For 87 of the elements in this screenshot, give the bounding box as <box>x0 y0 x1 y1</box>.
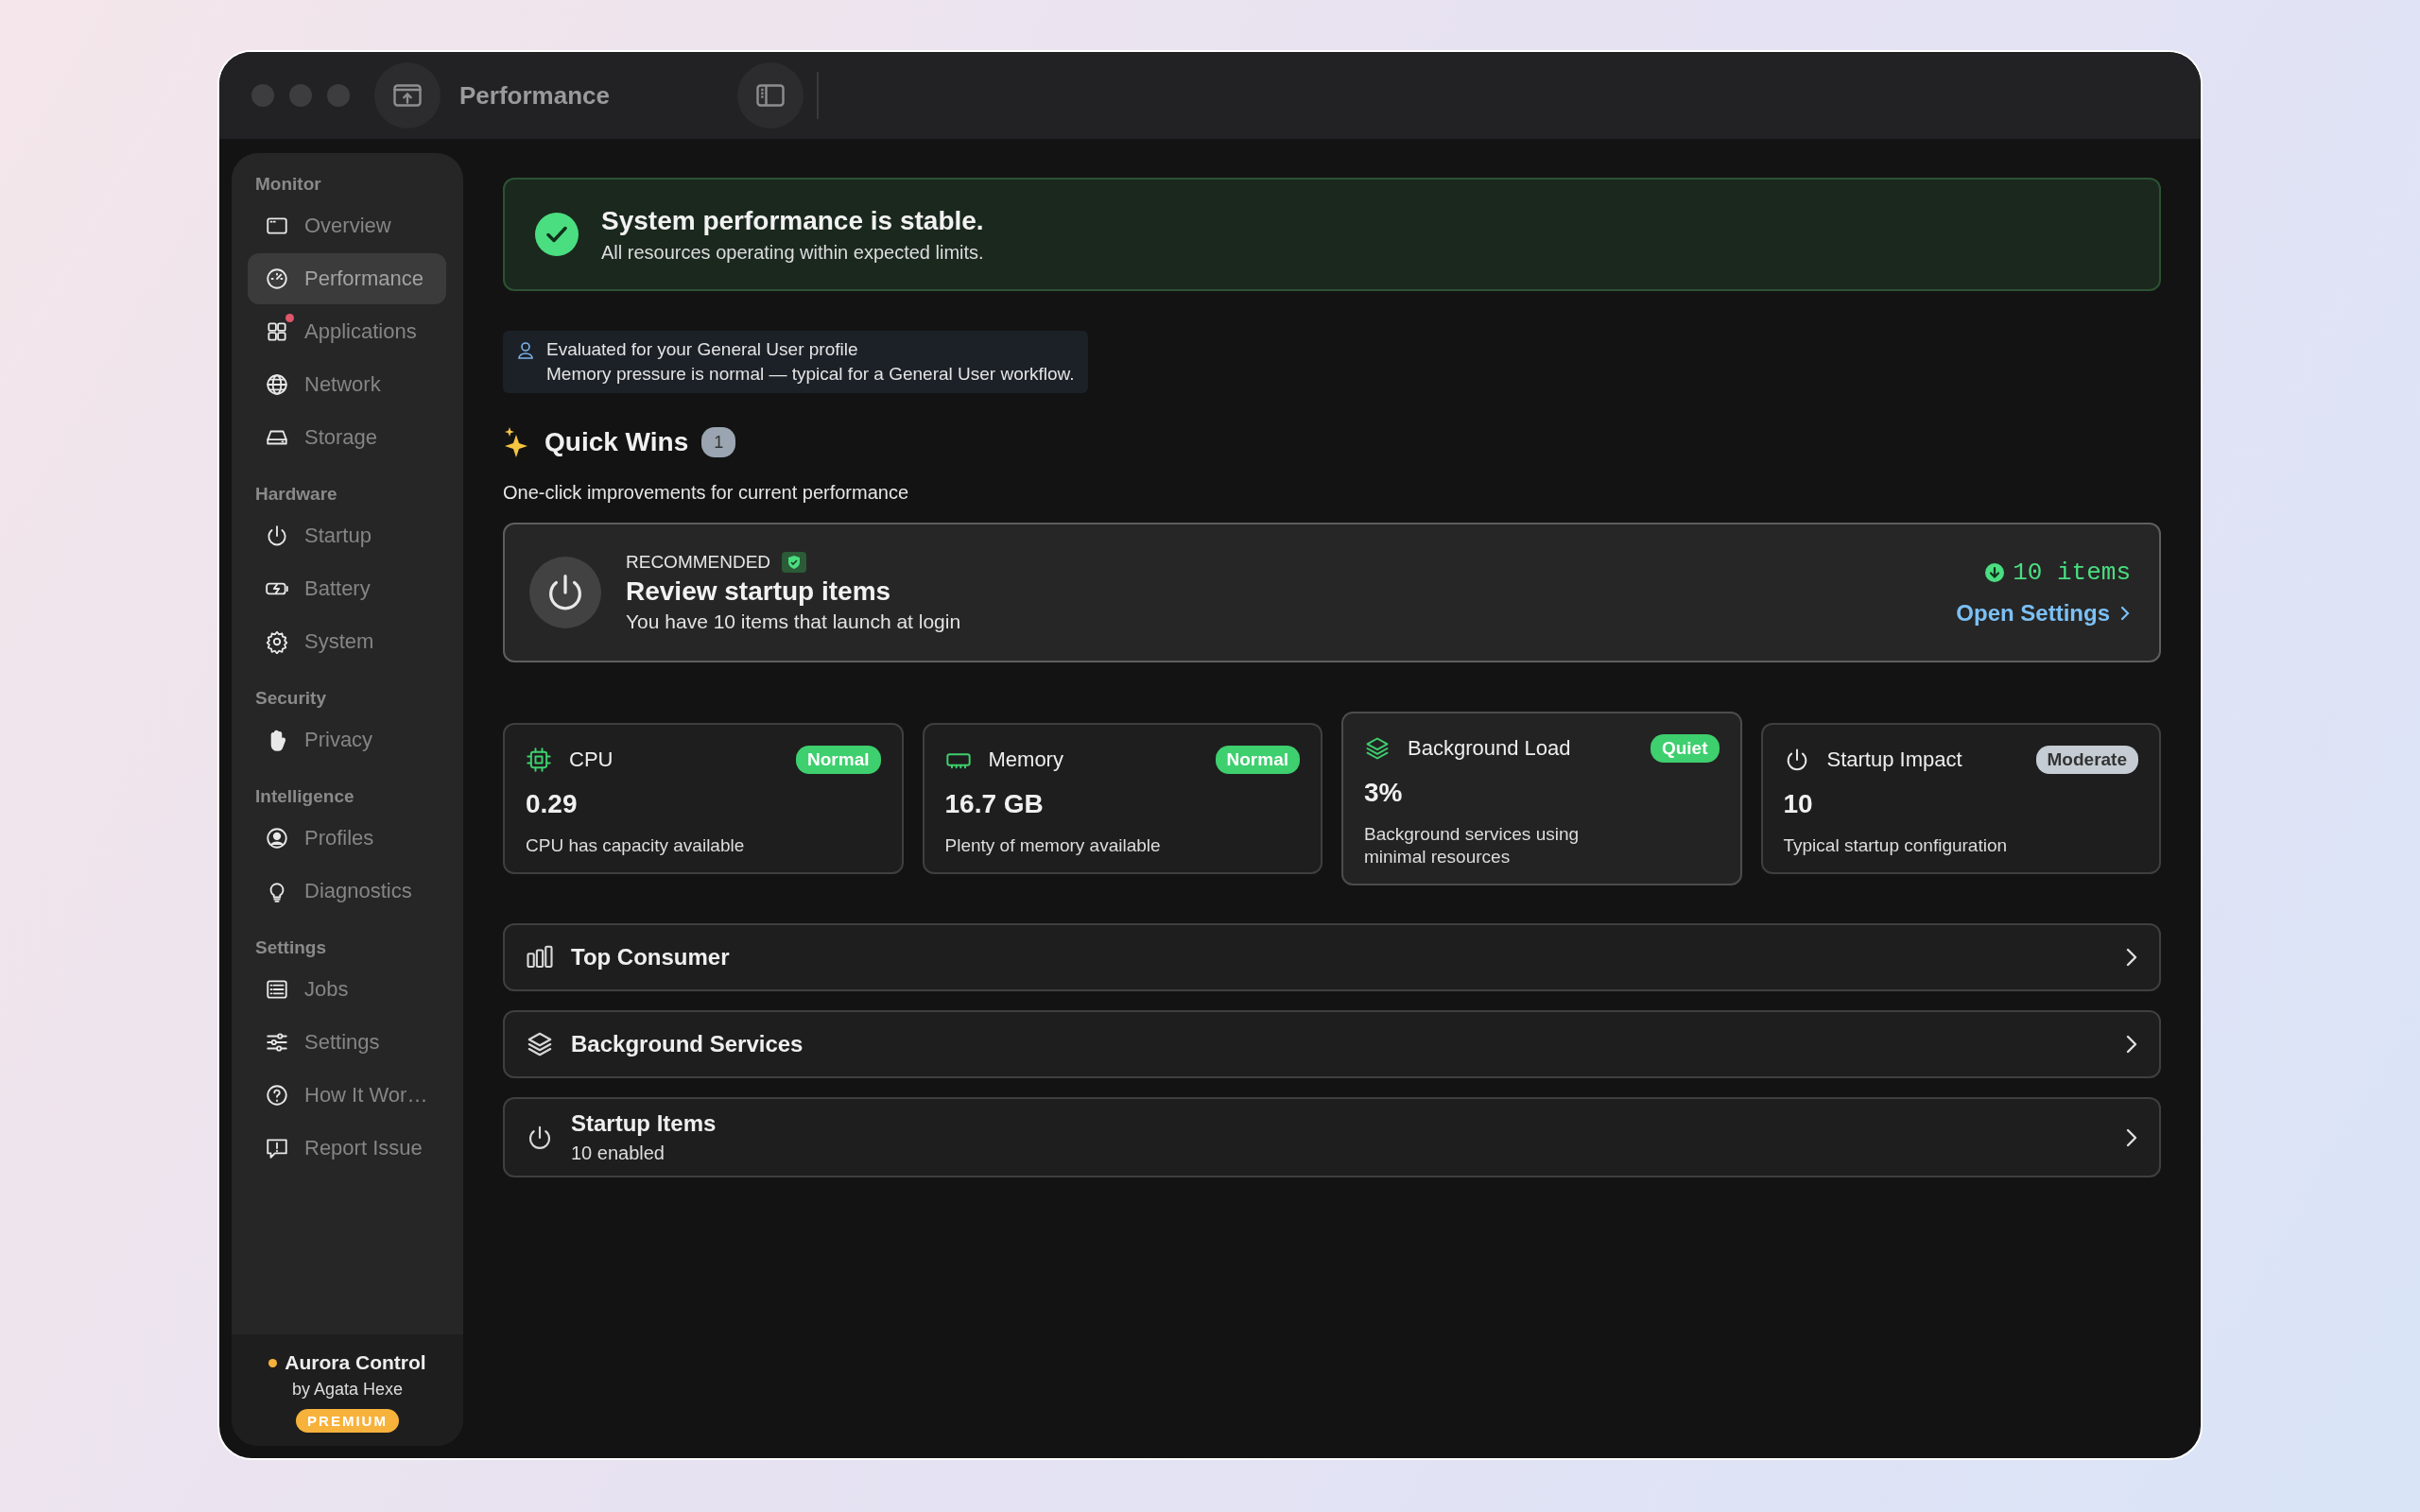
status-badge: Normal <box>796 746 881 774</box>
metric-note: Plenty of memory available <box>944 834 1162 857</box>
list-icon <box>265 977 289 1002</box>
metric-value: 3% <box>1364 778 1404 808</box>
metric-label: Startup Impact <box>1826 747 1963 772</box>
section-heading: Settings <box>255 937 327 958</box>
recommendation-title: Review startup items <box>626 576 892 607</box>
gauge-icon <box>265 266 289 291</box>
speech-bubble-icon <box>265 1136 289 1160</box>
tier-badge: PREMIUM <box>296 1409 399 1433</box>
sidebar-item[interactable]: Applications <box>248 306 446 357</box>
metric-card[interactable]: Startup Impact Moderate 10 Typical startup configuration <box>1760 723 2161 874</box>
item-count: 10 items <box>1984 558 2131 587</box>
sidebar-item[interactable]: Report Issue <box>248 1123 446 1174</box>
profile-title: Evaluated for your General User profile <box>546 338 859 361</box>
status-title: System performance is stable. <box>601 205 984 236</box>
metric-card[interactable]: CPU Normal 0.29 CPU has capacity available <box>503 723 904 874</box>
profile-detail: Memory pressure is normal — typical for a General User workflow. <box>546 363 1075 386</box>
help-icon <box>265 1083 289 1108</box>
section-heading: Monitor <box>255 174 322 195</box>
status-badge: Moderate <box>2035 746 2138 774</box>
sidebar-item[interactable]: Profiles <box>248 813 446 864</box>
section-heading: Hardware <box>255 484 338 505</box>
section-heading: Security <box>255 688 327 709</box>
metric-note: Typical startup configuration <box>1783 834 2009 857</box>
sidebar-item[interactable]: Performance <box>248 253 446 304</box>
status-dot <box>268 1358 278 1367</box>
disclosure-row[interactable]: Background Services <box>503 1010 2161 1078</box>
sidebar-item[interactable]: Startup <box>248 510 446 561</box>
row-detail: 10 enabled <box>571 1143 666 1164</box>
metric-value: 10 <box>1783 789 1814 819</box>
sidebar-item[interactable]: Privacy <box>248 714 446 765</box>
window-title: Performance <box>459 80 610 111</box>
metric-note: CPU has capacity available <box>526 834 746 857</box>
person-icon <box>516 340 535 361</box>
section-title: Quick Wins <box>544 427 689 457</box>
sliders-icon <box>265 1030 289 1055</box>
section-heading: Intelligence <box>255 786 355 807</box>
app-name: Aurora Control <box>285 1351 426 1374</box>
sidebar-item[interactable]: Overview <box>248 200 446 251</box>
metric-value: 0.29 <box>526 789 579 819</box>
window-control[interactable] <box>289 84 312 107</box>
row-title: Startup Items <box>571 1110 717 1137</box>
window-control[interactable] <box>251 84 274 107</box>
status-message: All resources operating within expected limits. <box>601 241 984 264</box>
metric-label: Background Load <box>1408 736 1572 761</box>
status-badge: Quiet <box>1650 734 1720 763</box>
open-settings-link[interactable]: Open Settings <box>1956 600 2131 627</box>
count-badge: 1 <box>701 427 736 457</box>
window-control[interactable] <box>327 84 350 107</box>
sidebar-item[interactable]: Jobs <box>248 964 446 1015</box>
recommended-label: RECOMMENDED <box>626 552 771 573</box>
author-text: by Agata Hexe <box>291 1380 404 1400</box>
metric-card[interactable]: Memory Normal 16.7 GB Plenty of memory available <box>922 723 1322 874</box>
chip-icon <box>526 747 552 773</box>
sidebar-item[interactable]: Storage <box>248 412 446 463</box>
sidebar-item[interactable]: Battery <box>248 563 446 614</box>
check-icon <box>535 213 579 256</box>
recommendation-detail: You have 10 items that launch at login <box>626 610 962 633</box>
metric-label: CPU <box>569 747 614 772</box>
sidebar-item[interactable]: Network <box>248 359 446 410</box>
sidebar-item[interactable]: How It Wor… <box>248 1070 446 1121</box>
chevron-icon <box>2125 1126 2138 1148</box>
layers-icon <box>526 1030 554 1058</box>
settings-icon <box>265 629 289 654</box>
sidebar-item[interactable]: Diagnostics <box>248 866 446 917</box>
sidebar-item[interactable]: Settings <box>248 1017 446 1068</box>
row-title: Background Services <box>571 1031 804 1057</box>
metric-note: Background services using minimal resources <box>1364 823 1581 868</box>
globe-icon <box>265 372 289 397</box>
disclosure-row[interactable]: Startup Items 10 enabled <box>503 1097 2161 1177</box>
sidebar-item[interactable]: System <box>248 616 446 667</box>
chevron-icon <box>2125 1034 2138 1055</box>
layers-icon <box>1364 735 1391 762</box>
chevron-icon <box>2119 605 2131 622</box>
shield-icon <box>782 552 807 573</box>
grid-icon <box>265 319 289 344</box>
disclosure-row[interactable]: Top Consumer <box>503 923 2161 991</box>
row-title: Top Consumer <box>571 944 731 971</box>
chevron-icon <box>2125 947 2138 968</box>
metric-card[interactable]: Background Load Quiet 3% Background services using minimal resources <box>1341 712 1742 885</box>
section-subtitle: One-click improvements for current performance <box>503 482 910 504</box>
metric-value: 16.7 GB <box>944 789 1045 819</box>
status-badge: Normal <box>1215 746 1300 774</box>
download-icon <box>1984 562 2006 583</box>
metric-label: Memory <box>988 747 1064 772</box>
person-icon <box>265 826 289 850</box>
